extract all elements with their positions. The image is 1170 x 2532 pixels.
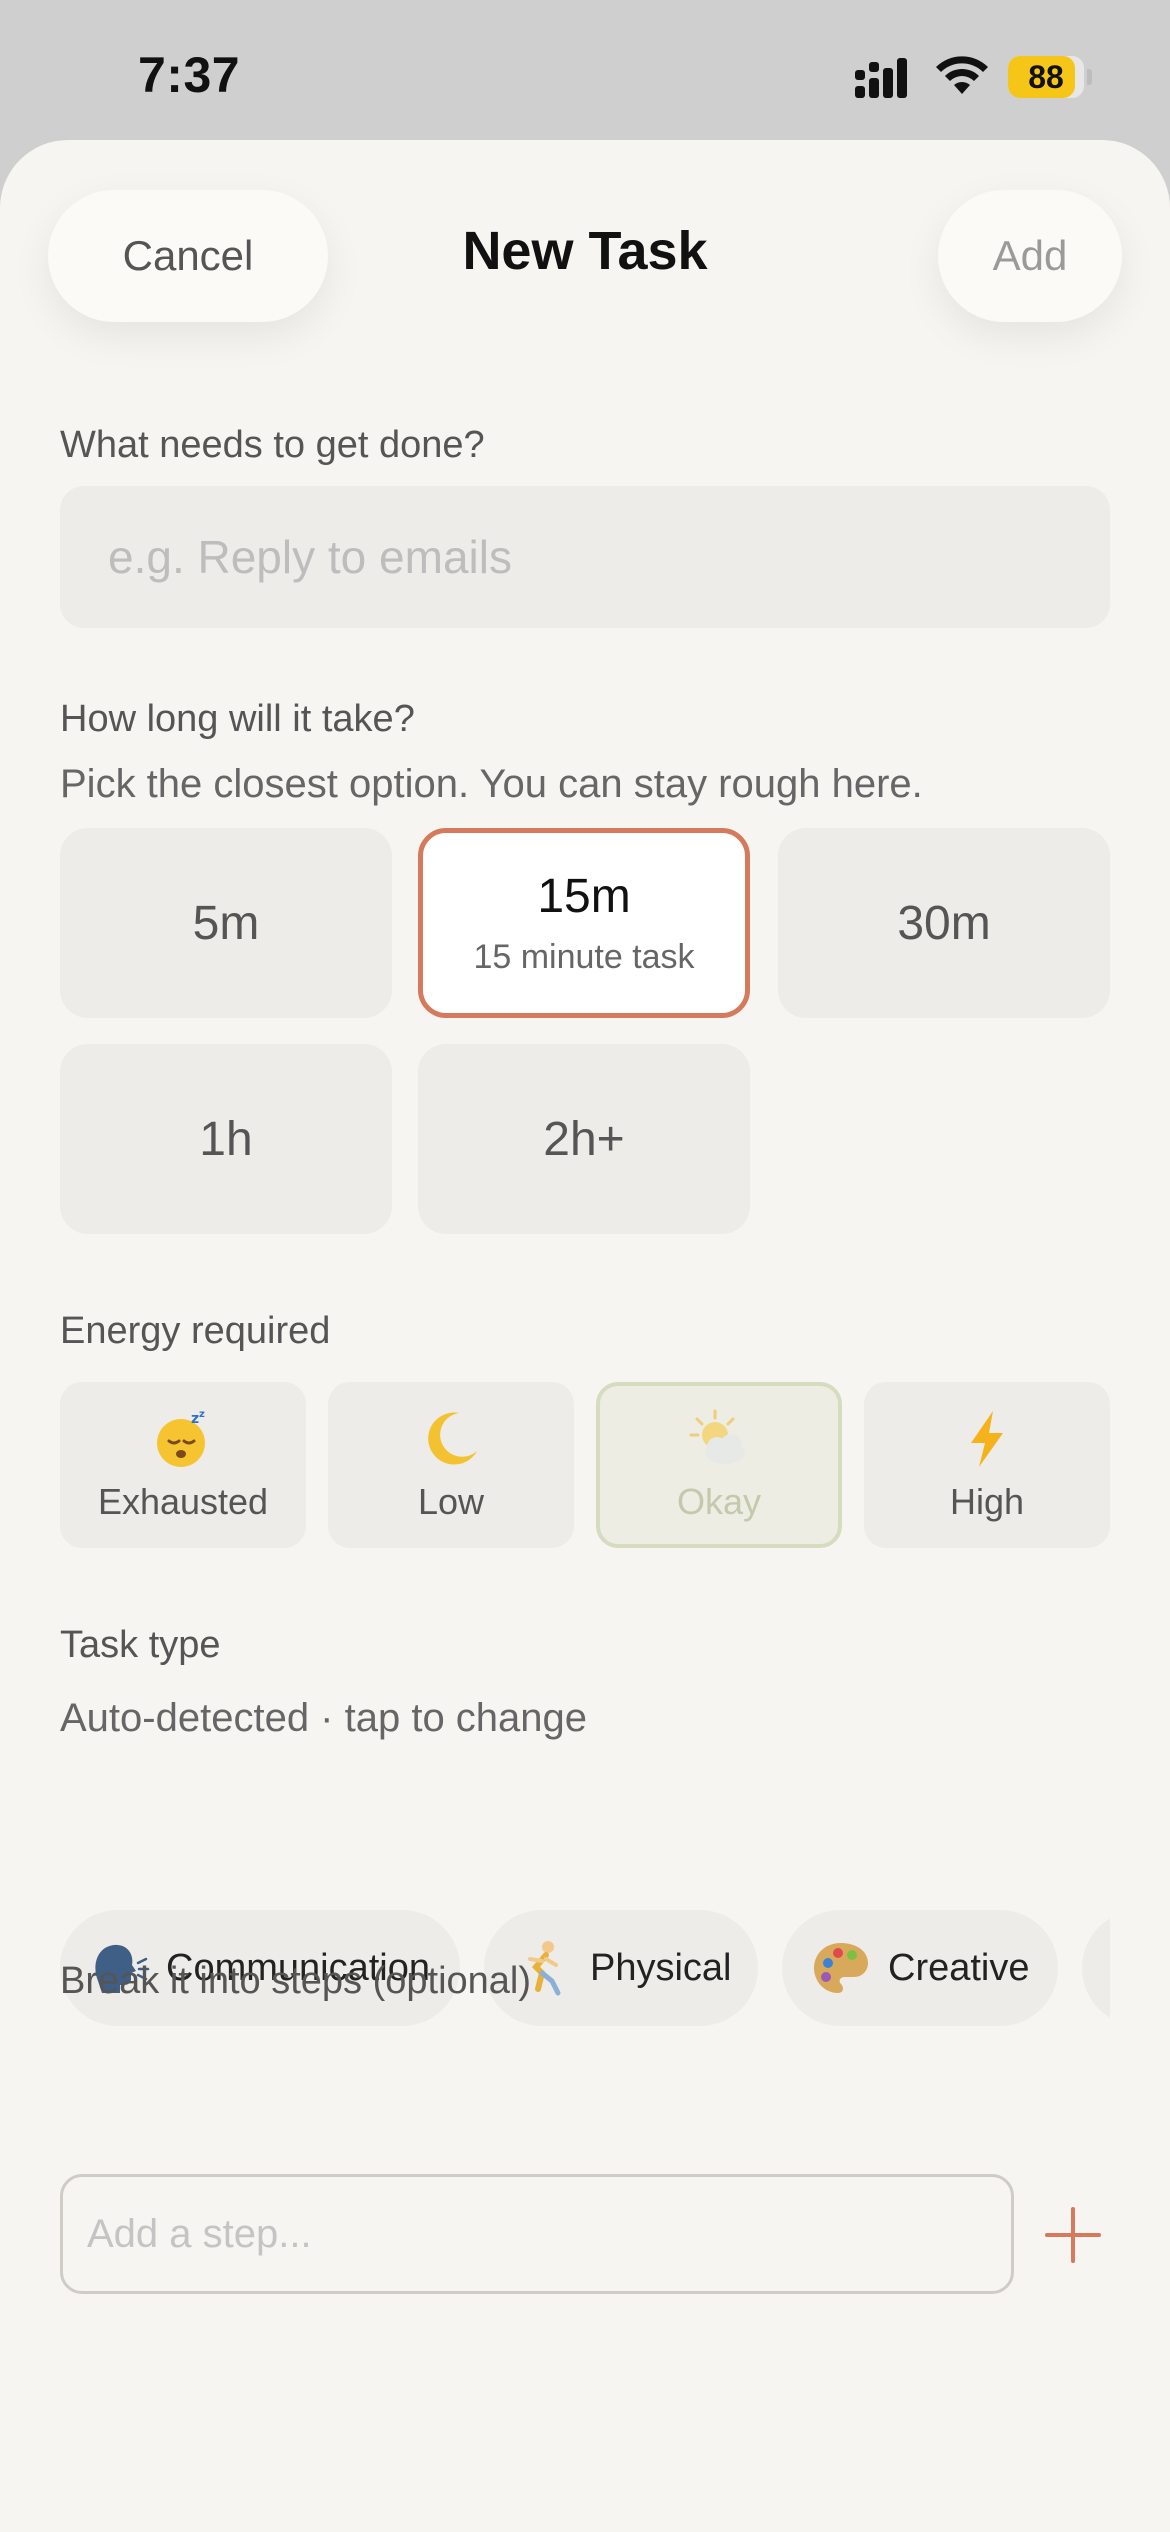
duration-option-detail: 15 minute task [473,938,695,976]
duration-option-15m[interactable]: 15m 15 minute task [418,828,750,1018]
energy-option-label: Exhausted [97,1481,269,1522]
lightning-icon [971,1411,1003,1467]
duration-option-30m[interactable]: 30m [778,828,1110,1018]
duration-option-label: 5m [192,896,260,950]
step-input[interactable] [60,2174,1014,2294]
duration-option-label: 2h+ [543,1112,625,1166]
crescent-moon-icon [428,1412,477,1465]
task-type-label: Task type [60,1624,221,1666]
add-button[interactable]: Add [938,190,1122,322]
status-time: 7:37 [138,47,241,103]
task-name-input[interactable] [60,486,1110,628]
task-type-chip-label: Creative [888,1946,1030,1989]
svg-text:z: z [191,1411,199,1427]
task-name-label: What needs to get done? [60,424,485,466]
status-bar: 7:37 88 [0,0,1170,150]
duration-option-1h[interactable]: 1h [60,1044,392,1234]
task-type-chip-more[interactable] [1082,1910,1110,2026]
energy-label: Energy required [60,1310,331,1352]
duration-option-label: 1h [199,1112,253,1166]
screen: 7:37 88 Cancel New Task Add What needs t… [0,0,1170,2532]
wifi-icon [936,56,988,94]
energy-option-exhausted[interactable]: z z Exhausted [60,1382,306,1548]
duration-option-5m[interactable]: 5m [60,828,392,1018]
task-type-hint: Auto-detected · tap to change [60,1696,588,1740]
battery-indicator: 88 [1008,56,1092,98]
energy-option-high[interactable]: High [864,1382,1110,1548]
energy-option-low[interactable]: Low [328,1382,574,1548]
battery-tip [1087,69,1092,85]
artist-palette-icon [814,1943,868,1993]
svg-text:z: z [199,1409,205,1420]
battery-percent: 88 [1028,59,1064,95]
energy-option-label: Okay [676,1481,762,1522]
duration-option-label: 15m [537,870,631,923]
new-task-sheet: Cancel New Task Add What needs to get do… [0,140,1170,2532]
task-type-chip-creative[interactable]: Creative [782,1910,1058,2026]
energy-option-label: High [949,1481,1025,1522]
energy-option-label: Low [417,1481,485,1522]
duration-label: How long will it take? [60,698,415,740]
duration-option-label: 30m [897,896,991,950]
duration-option-2h[interactable]: 2h+ [418,1044,750,1234]
duration-hint: Pick the closest option. You can stay ro… [60,762,923,806]
task-type-chip-label: Physical [590,1946,732,1989]
battery-body: 88 [1008,56,1084,98]
sun-behind-cloud-icon [689,1409,745,1464]
energy-option-okay[interactable]: Okay [596,1382,842,1548]
add-step-plus-icon[interactable] [1044,2206,1102,2264]
sleeping-face-icon: z z [157,1409,205,1467]
cellular-signal-icon [855,58,907,98]
steps-label: Break it into steps (optional) [60,1960,532,2002]
